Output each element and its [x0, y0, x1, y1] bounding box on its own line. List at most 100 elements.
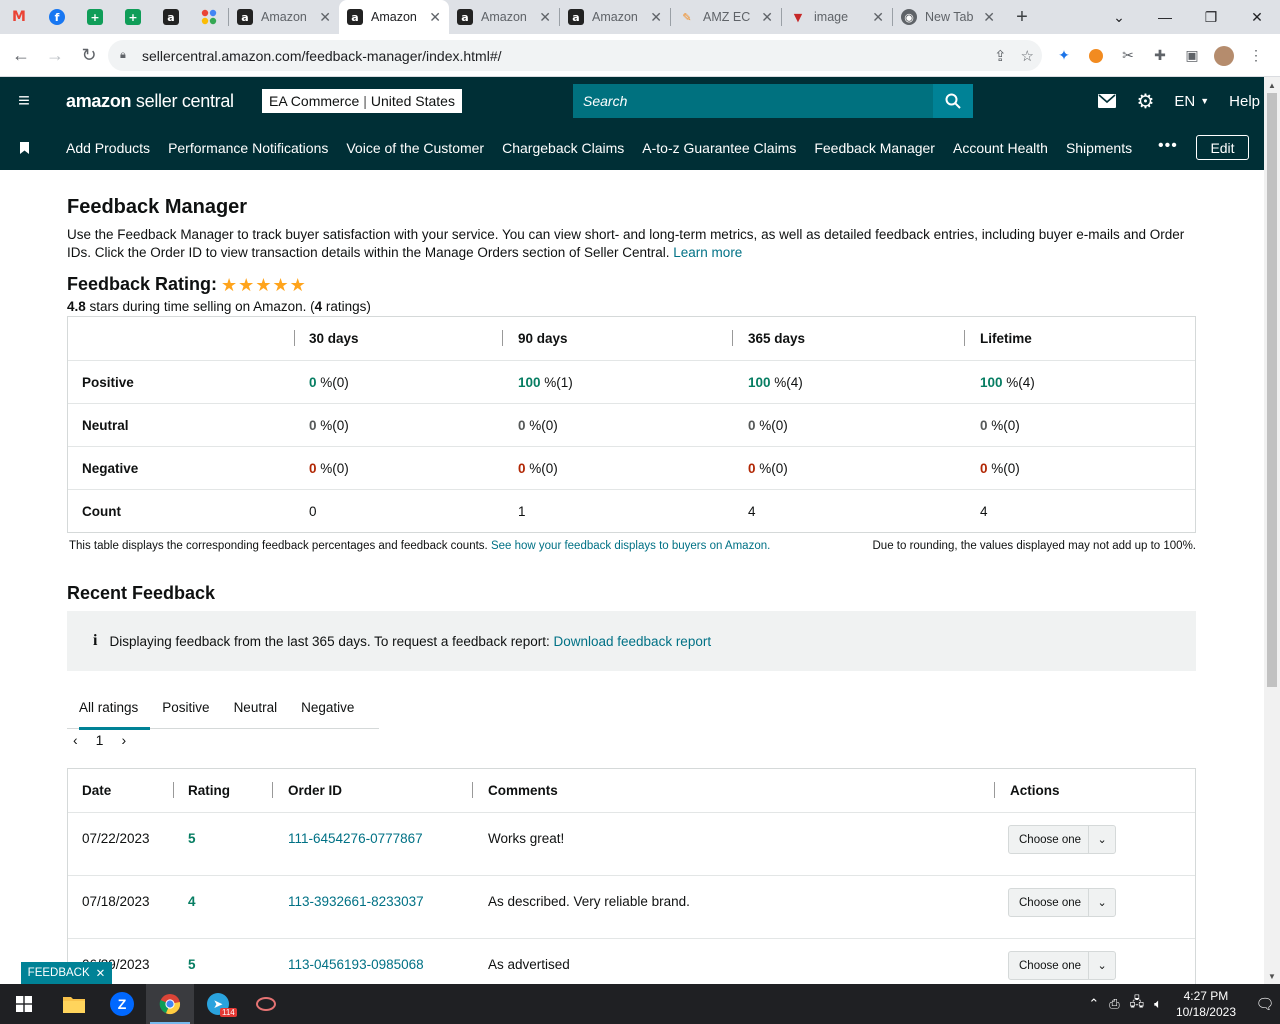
seller-central-logo[interactable]: amazon seller central — [66, 91, 234, 112]
account-switcher[interactable]: EA Commerce | United States — [262, 89, 462, 113]
tab-close-icon[interactable]: ✕ — [429, 9, 441, 26]
pinned-tab-facebook[interactable]: f — [38, 0, 76, 34]
scroll-up-arrow-icon[interactable]: ▲ — [1264, 77, 1280, 93]
cell-percent: %(0) — [525, 417, 558, 433]
snipping-tool-icon[interactable] — [242, 984, 290, 1024]
order-id-link[interactable]: 113-3932661-8233037 — [288, 894, 424, 909]
browser-tab[interactable]: ◉ New Tab ✕ — [893, 0, 1003, 34]
browser-tab[interactable]: a Amazon ✕ — [449, 0, 559, 34]
action-dropdown[interactable]: Choose one ⌄ — [1008, 888, 1116, 917]
nav-item[interactable]: A-to-z Guarantee Claims — [642, 140, 796, 156]
nav-item[interactable]: Performance Notifications — [168, 140, 328, 156]
bookmark-star-icon[interactable]: ☆ — [1021, 47, 1034, 65]
volume-icon[interactable]: 🔈︎ — [1154, 996, 1162, 1012]
network-icon[interactable]: 🖧︎ — [1130, 993, 1145, 1015]
extensions-puzzle-icon[interactable]: ✚ — [1150, 46, 1170, 66]
tab-close-icon[interactable]: ✕ — [650, 9, 662, 26]
zalo-icon[interactable]: Z — [98, 984, 146, 1024]
nav-edit-button[interactable]: Edit — [1196, 135, 1249, 160]
scrollbar-thumb[interactable] — [1267, 93, 1277, 687]
side-panel-icon[interactable]: ▣ — [1182, 46, 1202, 66]
omnibox[interactable]: 🔒︎ sellercentral.amazon.com/feedback-man… — [108, 40, 1042, 71]
new-tab-button[interactable]: + — [1007, 0, 1037, 34]
nav-item[interactable]: Chargeback Claims — [502, 140, 624, 156]
nav-item[interactable]: Add Products — [66, 140, 150, 156]
profile-avatar[interactable] — [1214, 45, 1234, 66]
tab-close-icon[interactable]: ✕ — [872, 9, 884, 26]
order-id-link[interactable]: 113-0456193-0985068 — [288, 957, 424, 972]
tab-close-icon[interactable]: ✕ — [761, 9, 773, 26]
amazon-icon: a — [457, 9, 473, 25]
close-icon[interactable]: ✕ — [96, 966, 106, 980]
action-dropdown[interactable]: Choose one ⌄ — [1008, 951, 1116, 980]
pinned-tab-sheets-1[interactable]: + — [76, 0, 114, 34]
file-explorer-icon[interactable] — [50, 984, 98, 1024]
browser-tab[interactable]: ✎ AMZ EC ✕ — [671, 0, 781, 34]
help-link[interactable]: Help — [1229, 93, 1260, 110]
close-window-button[interactable]: ✕ — [1234, 0, 1280, 34]
pinned-tab-apps[interactable] — [190, 0, 228, 34]
language-label: EN — [1174, 92, 1196, 110]
filter-tab[interactable]: Positive — [150, 687, 221, 729]
action-dropdown[interactable]: Choose one ⌄ — [1008, 825, 1116, 854]
reload-button[interactable]: ↻ — [72, 38, 106, 72]
next-page-icon[interactable]: › — [121, 732, 126, 748]
facebook-icon: f — [49, 9, 65, 25]
extension-orange-icon[interactable] — [1086, 46, 1106, 66]
star-icon: ★ — [255, 274, 272, 295]
browser-tab[interactable]: a Amazon ✕ — [229, 0, 339, 34]
nav-item[interactable]: Voice of the Customer — [346, 140, 484, 156]
address-bar: ← → ↻ 🔒︎ sellercentral.amazon.com/feedba… — [0, 34, 1280, 77]
pinned-tab-gmail[interactable]: M — [0, 0, 38, 34]
mail-icon[interactable] — [1098, 94, 1117, 108]
feedback-display-link[interactable]: See how your feedback displays to buyers… — [491, 540, 770, 552]
restore-button[interactable]: ❐ — [1188, 0, 1234, 34]
back-button[interactable]: ← — [4, 38, 38, 72]
minimize-button[interactable]: — — [1142, 0, 1188, 34]
feedback-float-button[interactable]: FEEDBACK ✕ — [21, 962, 112, 984]
order-id-link[interactable]: 111-6454276-0777867 — [288, 831, 423, 846]
chrome-menu-icon[interactable]: ⋮ — [1246, 46, 1266, 66]
bookmark-icon[interactable] — [0, 141, 48, 154]
filter-tab[interactable]: All ratings — [67, 687, 151, 730]
extension-blue-icon[interactable]: ✦ — [1054, 46, 1074, 66]
nav-item[interactable]: Account Health — [953, 140, 1048, 156]
learn-more-link[interactable]: Learn more — [673, 245, 742, 260]
search-button[interactable] — [933, 84, 973, 118]
settings-gear-icon[interactable]: ⚙ — [1136, 89, 1154, 114]
tab-search-icon[interactable]: ⌄ — [1096, 0, 1142, 34]
telegram-icon[interactable]: ➤ 114 — [194, 984, 242, 1024]
browser-tab[interactable]: ▼ image ✕ — [782, 0, 892, 34]
nav-more-icon[interactable]: ••• — [1158, 137, 1178, 155]
hamburger-menu-icon[interactable]: ≡ — [0, 77, 48, 125]
scroll-down-arrow-icon[interactable]: ▼ — [1264, 968, 1280, 984]
forward-button[interactable]: → — [38, 38, 72, 72]
page-scrollbar[interactable]: ▲ ▼ — [1264, 77, 1280, 984]
system-clock[interactable]: 4:27 PM 10/18/2023 — [1176, 988, 1236, 1020]
extension-ninja-icon[interactable]: ✂ — [1118, 46, 1138, 66]
tray-chevron-icon[interactable]: ⌃ — [1088, 996, 1099, 1012]
chrome-taskbar-icon[interactable] — [146, 984, 194, 1024]
browser-tab[interactable]: a Amazon ✕ — [560, 0, 670, 34]
filter-tab[interactable]: Neutral — [222, 687, 290, 729]
tab-close-icon[interactable]: ✕ — [319, 9, 331, 26]
tray-device-icon[interactable]: ⎙ — [1109, 996, 1119, 1012]
pinned-tab-sheets-2[interactable]: + — [114, 0, 152, 34]
windows-start-icon[interactable] — [0, 984, 48, 1024]
tab-close-icon[interactable]: ✕ — [539, 9, 551, 26]
system-tray: ⌃ ⎙ 🖧︎ 🔈︎ 4:27 PM 10/18/2023 🗨︎ — [1088, 984, 1280, 1024]
tab-close-icon[interactable]: ✕ — [983, 9, 995, 26]
download-feedback-report-link[interactable]: Download feedback report — [553, 634, 711, 649]
share-icon[interactable]: ⇪ — [994, 47, 1007, 65]
filter-tab[interactable]: Negative — [289, 687, 366, 729]
prev-page-icon[interactable]: ‹ — [73, 732, 78, 748]
nav-item[interactable]: Shipments — [1066, 140, 1132, 156]
page-number[interactable]: 1 — [96, 732, 104, 748]
url-text[interactable]: sellercentral.amazon.com/feedback-manage… — [142, 48, 502, 64]
notification-center-icon[interactable]: 🗨︎ — [1250, 984, 1280, 1024]
browser-tab[interactable]: a Amazon ✕ — [339, 0, 449, 34]
nav-item[interactable]: Feedback Manager — [814, 140, 935, 156]
search-input[interactable]: Search — [573, 84, 933, 118]
language-selector[interactable]: EN ▼ — [1174, 93, 1209, 110]
pinned-tab-amazon[interactable]: a — [152, 0, 190, 34]
